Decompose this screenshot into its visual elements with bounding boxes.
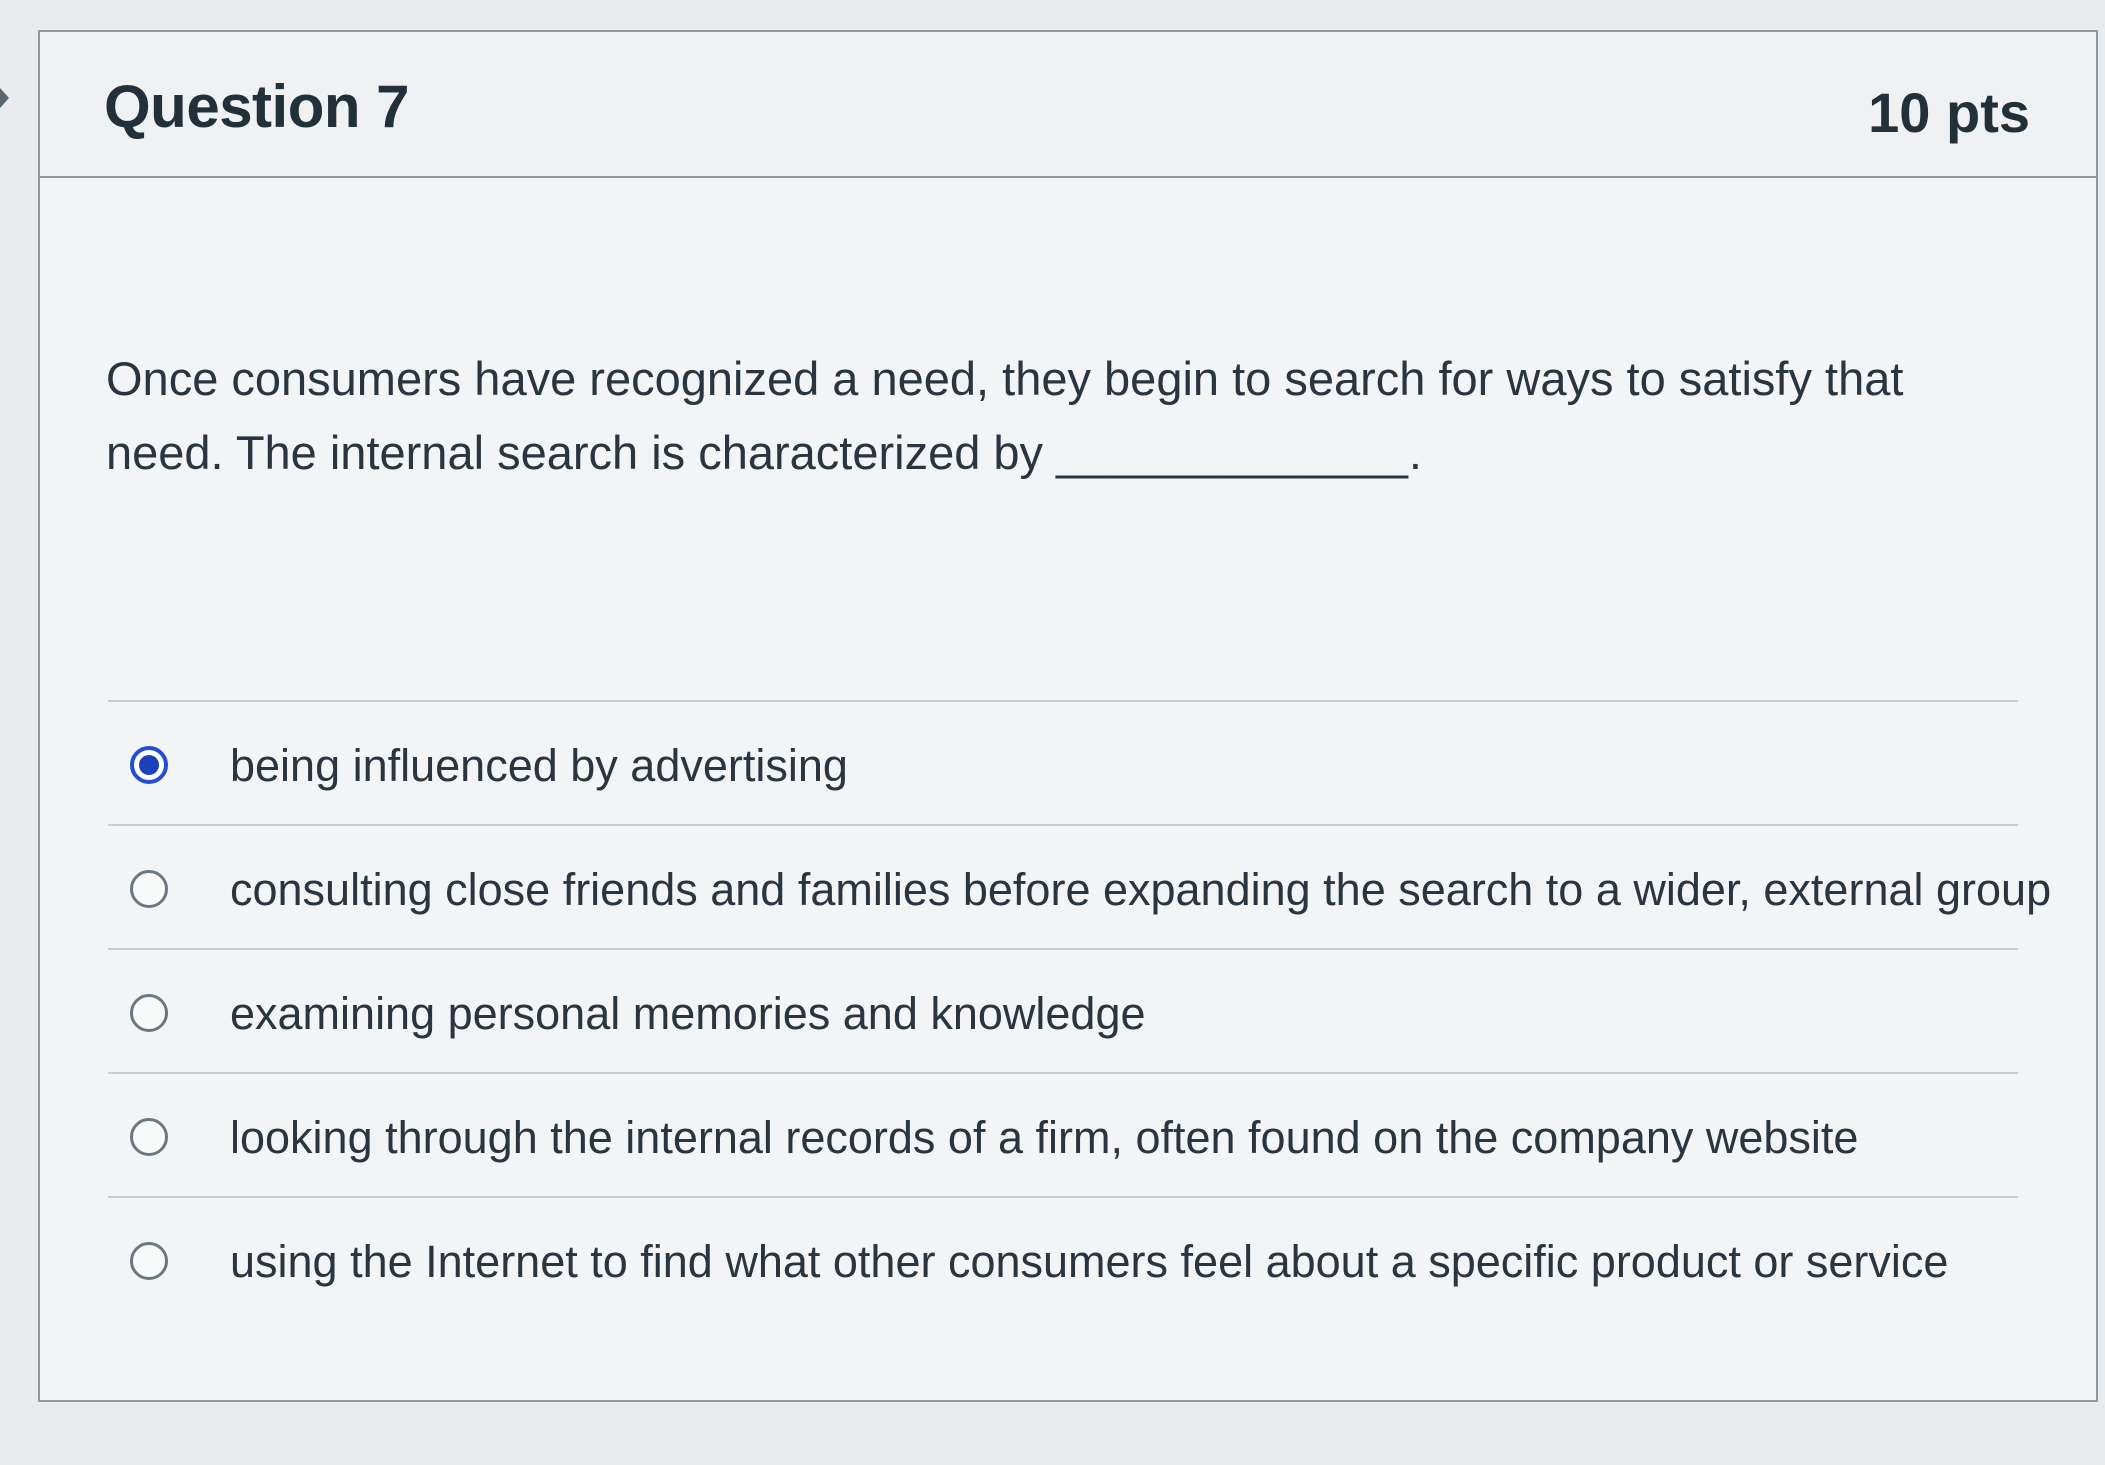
answer-label[interactable]: looking through the internal records of … <box>230 1110 1858 1166</box>
radio-selected-icon[interactable] <box>130 746 168 784</box>
question-prompt: Once consumers have recognized a need, t… <box>106 352 1904 479</box>
answer-label[interactable]: examining personal memories and knowledg… <box>230 986 1146 1042</box>
answer-option-4[interactable]: looking through the internal records of … <box>108 1074 2018 1198</box>
answer-option-2[interactable]: consulting close friends and families be… <box>108 826 2051 950</box>
question-points: 10 pts <box>1868 81 2030 144</box>
answer-label[interactable]: being influenced by advertising <box>230 738 848 794</box>
question-title: Question 7 <box>104 73 410 140</box>
answer-blank: _____________. <box>1056 426 1423 479</box>
answer-option-5[interactable]: using the Internet to find what other co… <box>108 1198 2018 1322</box>
collapse-arrow-icon <box>0 88 9 108</box>
radio-unselected-icon[interactable] <box>130 1242 168 1280</box>
answer-label[interactable]: using the Internet to find what other co… <box>230 1234 1948 1290</box>
radio-unselected-icon[interactable] <box>130 1118 168 1156</box>
question-header: Question 7 10 pts <box>40 32 2096 178</box>
answer-option-3[interactable]: examining personal memories and knowledg… <box>108 950 2018 1074</box>
question-text: Once consumers have recognized a need, t… <box>106 342 2006 490</box>
question-card: Question 7 10 pts Once consumers have re… <box>38 30 2098 1402</box>
answer-list: being influenced by advertising consulti… <box>108 700 2051 1322</box>
answer-option-1[interactable]: being influenced by advertising <box>108 702 2018 826</box>
answer-label[interactable]: consulting close friends and families be… <box>230 862 2051 918</box>
radio-unselected-icon[interactable] <box>130 870 168 908</box>
radio-unselected-icon[interactable] <box>130 994 168 1032</box>
radio-dot-icon <box>139 755 159 775</box>
